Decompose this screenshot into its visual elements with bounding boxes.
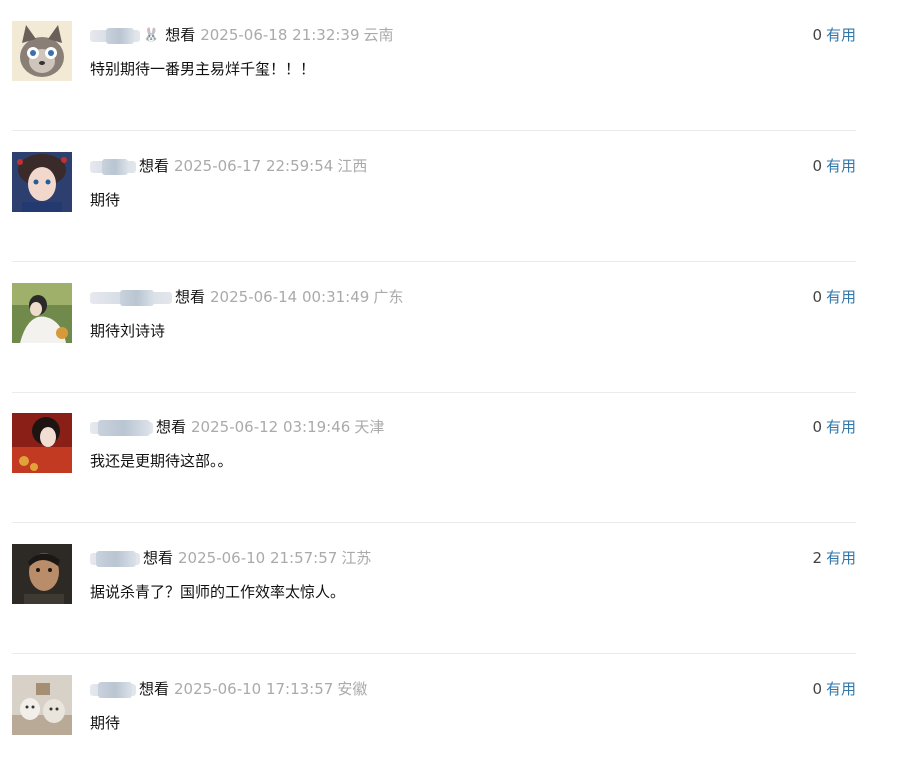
bunny-icon: 🐰 — [143, 27, 160, 43]
comment-meta: 想看 2025-06-17 22:59:54 江西 — [90, 154, 367, 178]
rating-status: 想看 — [175, 288, 206, 306]
comment-time: 2025-06-14 00:31:49 — [210, 288, 370, 306]
username-redacted[interactable] — [90, 289, 172, 306]
rating-status: 想看 — [139, 680, 170, 698]
comment-item: 🐰 想看 2025-06-18 21:32:39 云南 0 有用 特别期待一番男主易烊千… — [12, 0, 856, 131]
comment-list: 🐰 想看 2025-06-18 21:32:39 云南 0 有用 特别期待一番男主易烊千… — [0, 0, 919, 767]
vote-count: 2 — [812, 549, 822, 567]
vote-area: 0 有用 — [812, 415, 856, 439]
username-redacted[interactable] — [90, 27, 140, 44]
username-redacted[interactable] — [90, 158, 136, 175]
comment-meta: 想看 2025-06-14 00:31:49 广东 — [90, 285, 403, 309]
man-avatar-icon[interactable] — [12, 544, 72, 604]
username-redacted[interactable] — [90, 681, 136, 698]
comment-meta: 想看 2025-06-10 21:57:57 江苏 — [90, 546, 371, 570]
rating-status: 想看 — [143, 549, 174, 567]
comment-text: 特别期待一番男主易烊千玺！！！ — [90, 60, 316, 78]
comment-region: 安徽 — [337, 680, 368, 698]
useful-button[interactable]: 有用 — [826, 26, 856, 44]
useful-button[interactable]: 有用 — [826, 288, 856, 306]
comment-item: 想看 2025-06-14 00:31:49 广东 0 有用 期待刘诗诗 — [12, 262, 856, 393]
useful-button[interactable]: 有用 — [826, 157, 856, 175]
comment-item: 想看 2025-06-17 22:59:54 江西 0 有用 期待 — [12, 131, 856, 262]
useful-button[interactable]: 有用 — [826, 418, 856, 436]
vote-count: 0 — [812, 26, 822, 44]
anime-avatar-icon[interactable] — [12, 152, 72, 212]
comment-region: 江西 — [337, 157, 368, 175]
vote-area: 2 有用 — [812, 546, 856, 570]
useful-button[interactable]: 有用 — [826, 549, 856, 567]
comment-time: 2025-06-18 21:32:39 — [200, 26, 360, 44]
photo-avatar-icon[interactable] — [12, 283, 72, 343]
comment-time: 2025-06-10 17:13:57 — [174, 680, 334, 698]
comment-text: 期待 — [90, 714, 121, 732]
rating-status: 想看 — [156, 418, 187, 436]
comment-meta: 想看 2025-06-10 17:13:57 安徽 — [90, 677, 367, 701]
cats-avatar-icon[interactable] — [12, 675, 72, 735]
username-redacted[interactable] — [90, 550, 140, 567]
comment-region: 云南 — [363, 26, 394, 44]
vote-count: 0 — [812, 680, 822, 698]
comment-text: 据说杀青了？国师的工作效率太惊人。 — [90, 583, 346, 601]
comment-meta: 🐰 想看 2025-06-18 21:32:39 云南 — [90, 23, 394, 47]
comment-time: 2025-06-10 21:57:57 — [178, 549, 338, 567]
vote-count: 0 — [812, 288, 822, 306]
portrait-avatar-icon[interactable] — [12, 413, 72, 473]
comment-item: 想看 2025-06-12 03:19:46 天津 0 有用 我还是更期待这部。。 — [12, 392, 856, 523]
comment-item: 想看 2025-06-10 17:13:57 安徽 0 有用 期待 — [12, 654, 856, 767]
comment-text: 期待 — [90, 191, 121, 209]
comment-region: 江苏 — [341, 549, 372, 567]
username-redacted[interactable] — [90, 419, 153, 436]
vote-area: 0 有用 — [812, 154, 856, 178]
comment-time: 2025-06-12 03:19:46 — [191, 418, 351, 436]
comment-item: 想看 2025-06-10 21:57:57 江苏 2 有用 据说杀青了？国师的工作效… — [12, 523, 856, 654]
rating-status: 想看 — [139, 157, 170, 175]
comment-region: 天津 — [354, 418, 385, 436]
cat-avatar-icon[interactable] — [12, 21, 72, 81]
vote-area: 0 有用 — [812, 677, 856, 701]
rating-status: 想看 — [165, 26, 196, 44]
comment-meta: 想看 2025-06-12 03:19:46 天津 — [90, 415, 384, 439]
comment-text: 我还是更期待这部。。 — [90, 452, 233, 470]
vote-count: 0 — [812, 157, 822, 175]
vote-count: 0 — [812, 418, 822, 436]
comment-region: 广东 — [373, 288, 404, 306]
comment-time: 2025-06-17 22:59:54 — [174, 157, 334, 175]
comment-text: 期待刘诗诗 — [90, 322, 166, 340]
vote-area: 0 有用 — [812, 23, 856, 47]
useful-button[interactable]: 有用 — [826, 680, 856, 698]
vote-area: 0 有用 — [812, 285, 856, 309]
